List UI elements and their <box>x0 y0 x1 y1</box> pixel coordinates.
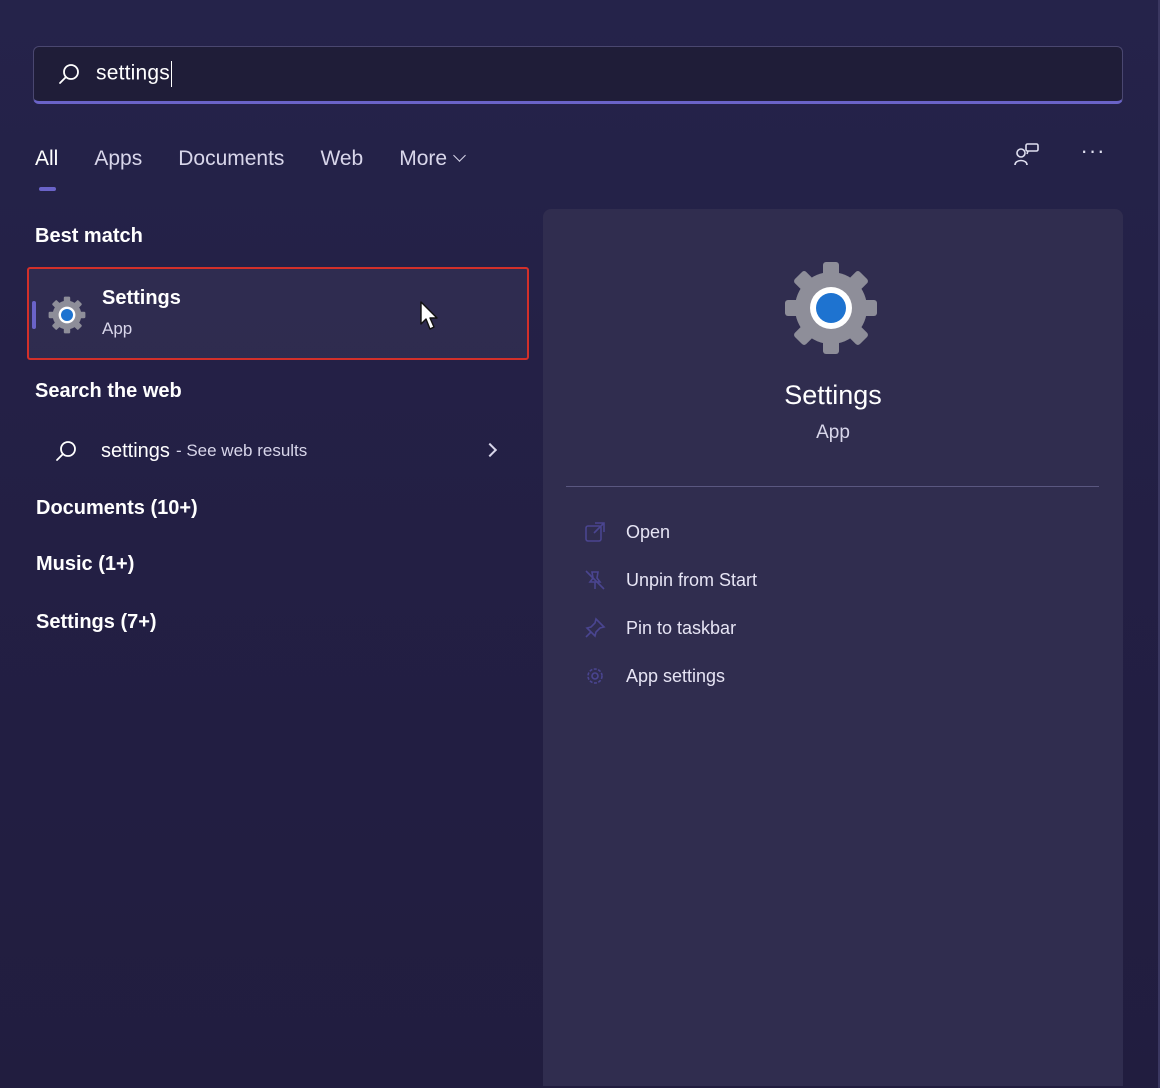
action-unpin-start[interactable]: Unpin from Start <box>583 563 757 597</box>
account-switch-icon[interactable] <box>1012 140 1042 170</box>
search-icon <box>56 441 76 461</box>
best-match-item[interactable]: Settings App <box>27 267 529 360</box>
tab-more-label: More <box>399 147 448 170</box>
filter-tabs: All Apps Documents Web More <box>35 140 500 191</box>
action-app-settings[interactable]: App settings <box>583 659 725 693</box>
action-label: Unpin from Start <box>626 569 758 590</box>
unpin-icon <box>583 568 607 592</box>
group-documents[interactable]: Documents (10+) <box>36 497 198 520</box>
settings-gear-icon <box>785 262 877 354</box>
tab-apps[interactable]: Apps <box>94 147 142 171</box>
best-match-heading: Best match <box>35 225 143 247</box>
web-result-query: settings <box>101 439 170 462</box>
chevron-right-icon[interactable] <box>482 442 498 458</box>
group-music[interactable]: Music (1+) <box>36 553 134 576</box>
top-right-actions: ··· <box>1012 140 1108 170</box>
pin-icon <box>583 616 607 640</box>
action-label: App settings <box>626 665 726 686</box>
divider <box>566 486 1099 487</box>
open-external-icon <box>583 520 607 544</box>
action-pin-taskbar[interactable]: Pin to taskbar <box>583 611 736 645</box>
chevron-down-icon <box>453 149 466 162</box>
tab-all[interactable]: All <box>35 147 58 191</box>
tab-documents[interactable]: Documents <box>178 147 284 171</box>
gear-icon <box>583 664 607 688</box>
detail-pane: Settings App Open Unpin from Start Pin t… <box>543 209 1123 1086</box>
settings-gear-icon <box>48 296 86 334</box>
selection-indicator <box>32 301 36 329</box>
action-label: Open <box>626 521 671 542</box>
detail-title: Settings <box>784 380 882 410</box>
more-options-icon[interactable]: ··· <box>1078 140 1108 170</box>
search-icon <box>59 64 79 84</box>
best-match-name: Settings <box>102 287 181 309</box>
best-match-type: App <box>102 319 133 338</box>
action-label: Pin to taskbar <box>626 617 737 638</box>
tab-more[interactable]: More <box>399 147 466 171</box>
web-result-hint: - See web results <box>175 441 308 460</box>
search-box[interactable]: settings <box>33 46 1123 104</box>
start-search-panel: settings All Apps Documents Web More ···… <box>0 0 1160 1088</box>
group-settings[interactable]: Settings (7+) <box>36 611 157 634</box>
tab-web[interactable]: Web <box>320 147 363 171</box>
mouse-cursor-icon <box>420 301 438 330</box>
search-input[interactable]: settings <box>96 61 173 87</box>
detail-subtitle: App <box>816 422 850 443</box>
web-result-item[interactable]: settings - See web results <box>35 430 515 472</box>
action-open[interactable]: Open <box>583 515 670 549</box>
search-web-heading: Search the web <box>35 380 182 402</box>
